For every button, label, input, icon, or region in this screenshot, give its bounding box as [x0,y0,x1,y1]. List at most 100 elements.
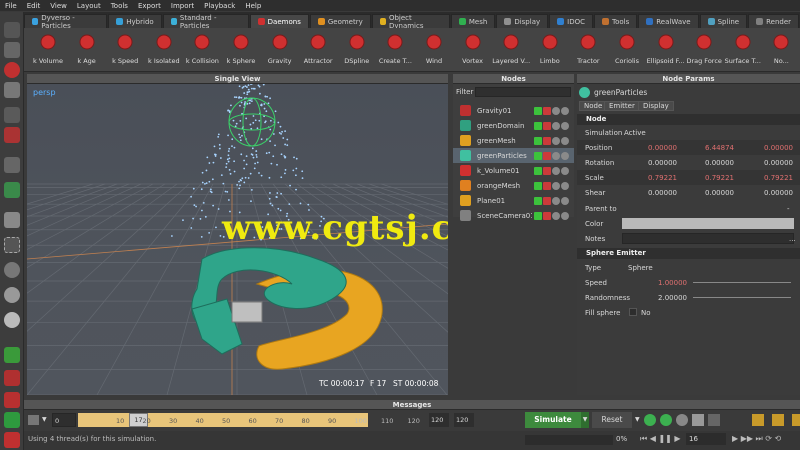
tab-geometry[interactable]: Geometry [309,14,371,28]
key-remove-icon[interactable] [792,414,800,426]
simulation-toggle-icon[interactable] [543,166,551,175]
shear-y[interactable]: 0.00000 [684,189,734,197]
visibility-toggle-icon[interactable] [534,181,542,190]
shelf-k-speed-button[interactable]: k Speed [105,30,145,70]
display-toggle-icon[interactable] [552,196,560,205]
menu-import[interactable]: Import [166,2,199,10]
randomness-value[interactable]: 2.00000 [637,294,687,302]
playback-settings-icon[interactable] [676,414,688,426]
notes-field[interactable] [622,233,794,244]
shelf-limbo-button[interactable]: Limbo [530,30,570,70]
node-section[interactable]: Node [577,114,800,125]
visibility-toggle-icon[interactable] [534,211,542,220]
cache-icon[interactable] [644,414,656,426]
node-row[interactable]: Plane01 [453,193,574,208]
simulation-toggle-icon[interactable] [543,211,551,220]
shelf-k-volume-button[interactable]: k Volume [28,30,68,70]
tab-emitter[interactable]: Emitter [604,101,640,111]
shelf-k-collision-button[interactable]: k Collision [182,30,222,70]
node-row[interactable]: Gravity01 [453,103,574,118]
shelf-noise-button[interactable]: No... [761,30,800,70]
position-y[interactable]: 6.44874 [684,144,734,152]
rotation-z[interactable]: 0.00000 [743,159,793,167]
green-brush-icon[interactable] [4,347,20,363]
link-icon[interactable] [4,127,20,143]
rotate-tool-icon[interactable] [4,62,20,78]
node-row[interactable]: greenParticles [453,148,574,163]
simulation-toggle-icon[interactable] [543,196,551,205]
visibility-toggle-icon[interactable] [534,106,542,115]
export-icon[interactable] [708,414,720,426]
tab-realwave[interactable]: RealWave [638,14,699,28]
shading-toggle-icon[interactable] [561,106,569,115]
select-tool-icon[interactable] [4,22,20,38]
frame-field[interactable]: 16 [686,433,726,445]
shelf-layered-vortex-button[interactable]: Layered V... [491,30,531,70]
preview-icon[interactable] [692,414,704,426]
shelf-create-turbulence-button[interactable]: Create T... [375,30,415,70]
node-row[interactable]: greenMesh [453,133,574,148]
menu-view[interactable]: View [45,2,72,10]
pencil-icon[interactable] [4,157,20,173]
node-row[interactable]: greenDomain [453,118,574,133]
scale-y[interactable]: 0.79221 [684,174,734,182]
simulation-toggle-icon[interactable] [543,181,551,190]
scale-z[interactable]: 0.79221 [743,174,793,182]
rotation-x[interactable]: 0.00000 [627,159,677,167]
simulation-toggle-icon[interactable] [543,136,551,145]
display-toggle-icon[interactable] [552,211,560,220]
shelf-surface-tension-button[interactable]: Surface T... [723,30,763,70]
tab-dyverso-particles[interactable]: Dyverso - Particles [24,14,108,30]
key-icon[interactable] [752,414,764,426]
simulate-button[interactable]: Simulate [525,412,581,428]
shelf-k-isolated-button[interactable]: k Isolated [144,30,184,70]
reset-menu-icon[interactable]: ▼ [635,416,640,423]
visibility-toggle-icon[interactable] [534,151,542,160]
playback-controls-right[interactable]: ▶ ▶▶ ⏭ ⟳ ⟲ [732,434,781,444]
shading-toggle-icon[interactable] [561,121,569,130]
shading-toggle-icon[interactable] [561,211,569,220]
tab-display[interactable]: Display [638,101,674,111]
simulation-toggle-icon[interactable] [543,151,551,160]
visibility-toggle-icon[interactable] [534,136,542,145]
position-z[interactable]: 0.00000 [743,144,793,152]
playback-controls[interactable]: ⏮ ◀ ❚❚ ▶ [640,434,681,444]
display-toggle-icon[interactable] [552,181,560,190]
fill-sphere-checkbox[interactable] [629,308,637,316]
visibility-toggle-icon[interactable] [534,196,542,205]
menu-playback[interactable]: Playback [199,2,240,10]
shelf-wind-button[interactable]: Wind [414,30,454,70]
delete-icon[interactable] [4,432,20,448]
shelf-k-age-button[interactable]: k Age [67,30,107,70]
color-swatch[interactable] [622,218,794,229]
simulate-menu-icon[interactable]: ▼ [581,412,589,428]
simulation-toggle-icon[interactable] [543,106,551,115]
shear-z[interactable]: 0.00000 [743,189,793,197]
dropdown-arrow-icon[interactable]: ▼ [42,416,47,423]
shelf-k-sphere-button[interactable]: k Sphere [221,30,261,70]
shelf-ellipsoid-force-button[interactable]: Ellipsoid F... [646,30,686,70]
tab-mesh[interactable]: Mesh [450,14,496,28]
display-toggle-icon[interactable] [552,166,560,175]
tab-standard-particles[interactable]: Standard - Particles [162,14,249,30]
save-icon[interactable] [4,412,20,428]
randomness-slider[interactable] [693,297,791,298]
menu-export[interactable]: Export [133,2,166,10]
tab-idoc[interactable]: IDOC [549,14,593,28]
smooth-sphere-icon[interactable] [4,312,20,328]
tab-display[interactable]: Display [496,14,549,28]
parent-value[interactable]: - [787,205,790,213]
menu-help[interactable]: Help [240,2,266,10]
visibility-toggle-icon[interactable] [534,166,542,175]
shelf-dspline-button[interactable]: DSpline [337,30,377,70]
red-brush-icon[interactable] [4,370,20,386]
display-toggle-icon[interactable] [552,151,560,160]
3d-viewport[interactable]: persp www.cgtsj.com TC 00:00:17 F 17 ST … [27,84,448,395]
tab-daemons[interactable]: Daemons [249,14,309,28]
wire-sphere-icon[interactable] [4,262,20,278]
start-frame-field[interactable]: 0 [52,413,76,427]
camera-icon[interactable] [4,107,20,123]
shaded-sphere-icon[interactable] [4,287,20,303]
display-toggle-icon[interactable] [552,136,560,145]
shear-x[interactable]: 0.00000 [627,189,677,197]
